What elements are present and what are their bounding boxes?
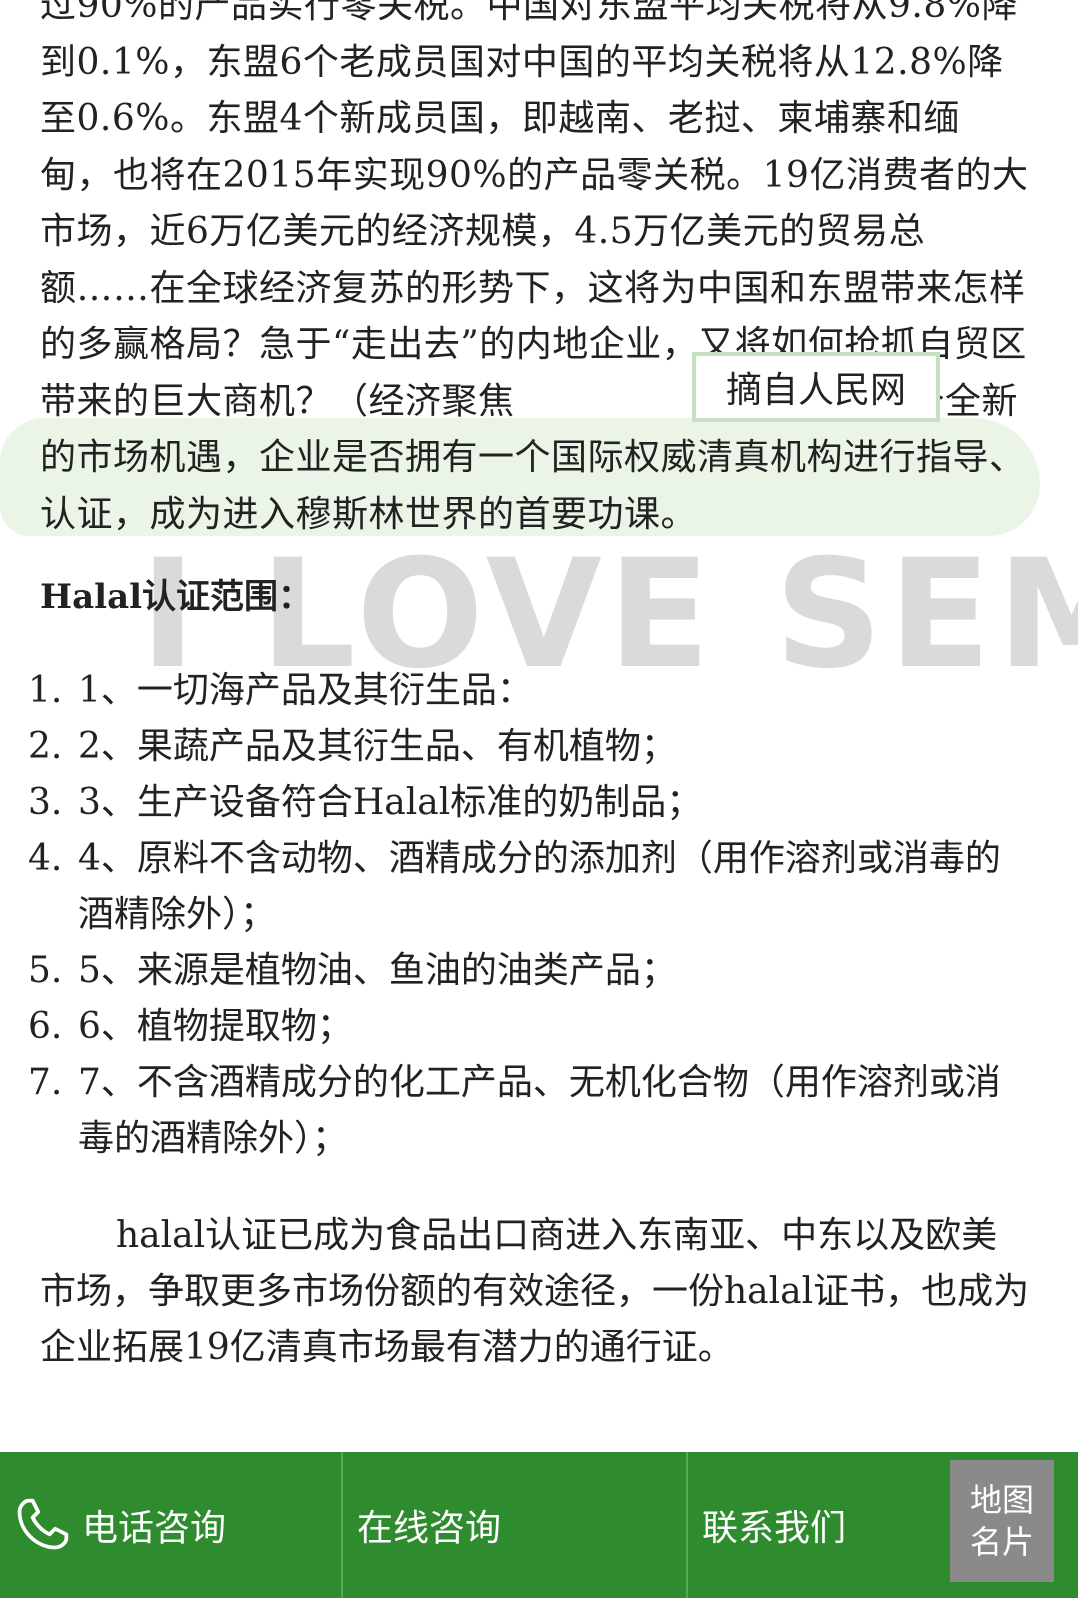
bottom-action-bar: 电话咨询 在线咨询 联系我们 地图 名片	[0, 1452, 1078, 1598]
online-consult-button[interactable]: 在线咨询	[343, 1452, 688, 1598]
list-text: 5、来源是植物油、鱼油的油类产品；	[78, 950, 677, 991]
closing-paragraph: halal认证已成为食品出口商进入东南亚、中东以及欧美市场，争取更多市场份额的有…	[40, 1215, 1030, 1368]
list-item: 1. 1、一切海产品及其衍生品：	[28, 663, 1028, 719]
map-label-line2: 名片	[969, 1523, 1034, 1561]
list-number: 1.	[28, 670, 63, 711]
contact-us-button[interactable]: 联系我们	[688, 1452, 950, 1598]
article-body: 过90%的产品实行零关税。中国对东盟平均关税将从9.8%降到0.1%，东盟6个老…	[40, 0, 1030, 543]
section-title: Halal认证范围：	[40, 577, 313, 617]
list-item: 3. 3、生产设备符合Halal标准的奶制品；	[28, 775, 1028, 831]
list-text: 4、原料不含动物、酒精成分的添加剂（用作溶剂或消毒的酒精除外）；	[78, 838, 1001, 935]
list-text: 3、生产设备符合Halal标准的奶制品；	[78, 782, 703, 823]
list-item: 6. 6、植物提取物；	[28, 999, 1028, 1055]
online-consult-label: 在线咨询	[357, 1508, 502, 1549]
contact-us-label: 联系我们	[702, 1508, 847, 1549]
list-number: 2.	[28, 726, 63, 767]
phone-consult-button[interactable]: 电话咨询	[0, 1452, 343, 1598]
list-text: 2、果蔬产品及其衍生品、有机植物；	[78, 726, 677, 767]
source-note-box: 摘自人民网	[692, 352, 940, 422]
list-number: 7.	[28, 1062, 63, 1103]
article-paragraph: 过90%的产品实行零关税。中国对东盟平均关税将从9.8%降到0.1%，东盟6个老…	[40, 0, 1030, 543]
list-item: 5. 5、来源是植物油、鱼油的油类产品；	[28, 943, 1028, 999]
map-card-button[interactable]: 地图 名片	[950, 1460, 1054, 1582]
list-number: 3.	[28, 782, 63, 823]
halal-scope-list: 1. 1、一切海产品及其衍生品： 2. 2、果蔬产品及其衍生品、有机植物； 3. 3、…	[28, 663, 1028, 1167]
source-note-text: 摘自人民网	[725, 370, 906, 411]
list-item: 2. 2、果蔬产品及其衍生品、有机植物；	[28, 719, 1028, 775]
list-text: 1、一切海产品及其衍生品：	[78, 670, 533, 711]
list-text: 7、不含酒精成分的化工产品、无机化合物（用作溶剂或消毒的酒精除外）；	[78, 1062, 1001, 1159]
list-text: 6、植物提取物；	[78, 1006, 353, 1047]
phone-consult-label: 电话咨询	[82, 1508, 227, 1549]
list-number: 6.	[28, 1006, 63, 1047]
list-number: 4.	[28, 838, 63, 879]
list-item: 7. 7、不含酒精成分的化工产品、无机化合物（用作溶剂或消毒的酒精除外）；	[28, 1055, 1028, 1167]
list-number: 5.	[28, 950, 63, 991]
map-label-line1: 地图	[969, 1481, 1034, 1519]
phone-icon	[17, 1498, 69, 1550]
list-item: 4. 4、原料不含动物、酒精成分的添加剂（用作溶剂或消毒的酒精除外）；	[28, 831, 1028, 943]
